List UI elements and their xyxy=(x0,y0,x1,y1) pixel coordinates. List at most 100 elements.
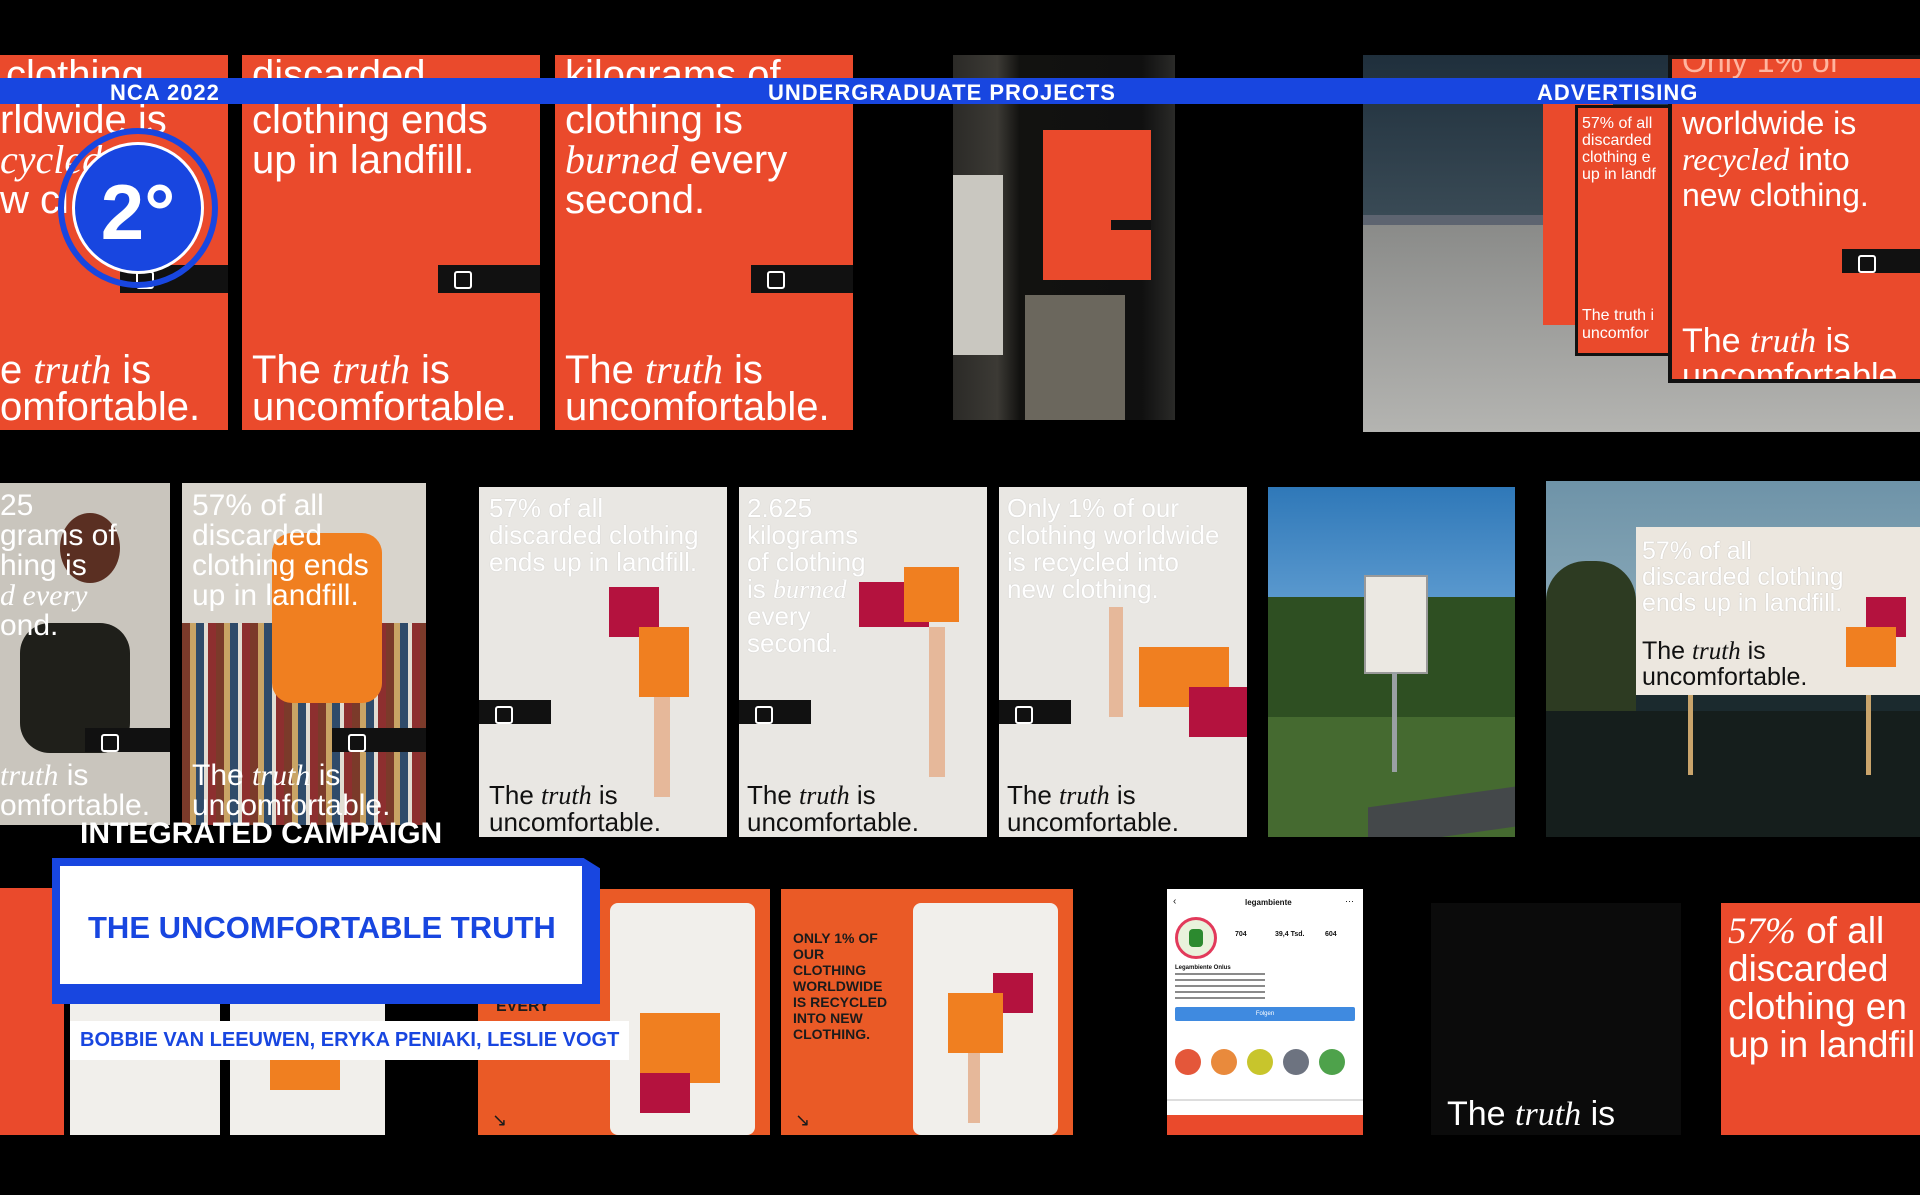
tag-word: truth xyxy=(252,759,311,792)
poster-text: clothing en xyxy=(1728,986,1907,1027)
poster-text: clothing ends xyxy=(192,549,369,582)
story-highlight[interactable] xyxy=(1175,1049,1201,1075)
poster-text: is burned xyxy=(747,576,847,603)
authors-label: BOBBIE VAN LEEUWEN, ERYKA PENIAKI, LESLI… xyxy=(70,1021,630,1060)
project-title-box: THE UNCOMFORTABLE TRUTH xyxy=(52,858,600,1004)
poster-text: new clothing. xyxy=(1682,177,1869,213)
tag-word: The xyxy=(1447,1095,1516,1133)
story-photo xyxy=(913,903,1058,1135)
award-badge: 2° xyxy=(58,128,218,288)
photo-doorway-poster xyxy=(953,55,1175,420)
category-label: INTEGRATED CAMPAIGN xyxy=(80,817,443,850)
poster-white-3: Only 1% of our clothing worldwide is rec… xyxy=(999,487,1247,837)
follow-button[interactable]: Folgen xyxy=(1175,1007,1355,1021)
more-icon[interactable]: ⋯ xyxy=(1345,897,1354,906)
stat-followers: 39,4 Tsd. xyxy=(1275,931,1305,938)
story-text: IS RECYCLED xyxy=(793,994,888,1010)
poster-text: discarded xyxy=(192,519,323,552)
tag-word: The xyxy=(489,780,542,810)
poster-text: uncomfor xyxy=(1582,325,1649,342)
header-right-label: ADVERTISING xyxy=(1537,80,1699,105)
story-text: CLOTHING. xyxy=(793,1026,870,1042)
billboard-leg xyxy=(1866,695,1871,775)
tag-word: is xyxy=(591,780,618,810)
poster-text: 57% of all xyxy=(1582,115,1653,132)
photo-figure xyxy=(639,627,689,697)
photo-woman-sitting: 25 grams of hing is d every ond. truth i… xyxy=(0,483,170,825)
billboard-poster: 57% of all discarded clothing ends up in… xyxy=(1636,527,1920,695)
photo-figure xyxy=(1109,607,1123,717)
poster-text: ends up in landfill. xyxy=(489,547,698,577)
brand-logo-block xyxy=(438,265,540,293)
award-badge-label: 2° xyxy=(100,168,176,256)
tag-word: is xyxy=(1109,780,1136,810)
photo-figure xyxy=(904,567,959,622)
poster-tagline: The truth is xyxy=(565,350,763,391)
back-icon[interactable]: ‹ xyxy=(1173,897,1176,907)
story-orange-2: ONLY 1% OF OUR CLOTHING WORLDWIDE IS REC… xyxy=(781,889,1073,1135)
poster-tagline: The truth is xyxy=(1682,324,1850,359)
story-text: ONLY 1% OF xyxy=(793,930,878,946)
poster-word: recycled xyxy=(1682,141,1790,177)
photo-figure xyxy=(948,993,1003,1053)
phone-instagram-profile: ‹ legambiente ⋯ 704 39,4 Tsd. 604 Legamb… xyxy=(1167,889,1363,1135)
poster-white-2: 2.625 kilograms of clothing is burned ev… xyxy=(739,487,987,837)
tag-word: truth xyxy=(1059,781,1110,810)
poster-text: omfortable. xyxy=(0,385,201,429)
poster-text: ond. xyxy=(0,609,59,642)
poster-text: recycled into xyxy=(1682,143,1850,175)
poster-text: Only 1% of our xyxy=(1007,493,1179,523)
poster-text: hing is xyxy=(0,549,87,582)
arrow-icon: ↘ xyxy=(795,1110,811,1130)
avatar[interactable] xyxy=(1175,917,1217,959)
poster-tagline: The truth is xyxy=(1007,782,1136,809)
tag-word: The xyxy=(1642,637,1693,665)
poster-text: uncomfortable. xyxy=(565,385,830,429)
story-highlight[interactable] xyxy=(1247,1049,1273,1075)
poster-text: clothing e xyxy=(1582,149,1651,166)
poster-text: Only 1% of xyxy=(1682,55,1839,79)
poster-tagline: The truth is xyxy=(747,782,876,809)
brand-logo-block xyxy=(1111,220,1151,230)
story-dark: The truth is xyxy=(1431,903,1681,1135)
tag-word: is xyxy=(1581,1095,1616,1133)
story-highlight[interactable] xyxy=(1283,1049,1309,1075)
tag-word: The xyxy=(747,780,800,810)
poster-tagline: e truth is xyxy=(0,350,151,391)
poster-text: discarded xyxy=(1728,948,1889,989)
grid-preview xyxy=(1167,1115,1363,1135)
project-title: THE UNCOMFORTABLE TRUTH xyxy=(88,910,556,945)
story-highlight[interactable] xyxy=(1319,1049,1345,1075)
poster-tagline: The truth is xyxy=(192,761,340,791)
poster-word: burned xyxy=(565,137,679,182)
poster-text: discarded clothing xyxy=(1642,563,1844,591)
poster-text: 2.625 xyxy=(747,493,813,523)
poster-text: second. xyxy=(565,178,706,222)
poster-text: discarded clothing xyxy=(489,520,699,550)
poster-text: 57% of all xyxy=(1728,912,1884,950)
poster-word: is xyxy=(747,574,766,604)
poster-text: up in landfil xyxy=(1728,1024,1916,1065)
photo-figure xyxy=(1846,627,1896,667)
poster-text: clothing is xyxy=(565,98,743,142)
stat-posts: 704 xyxy=(1235,931,1247,938)
billboard-leg xyxy=(1688,695,1693,775)
avatar-logo xyxy=(1189,929,1203,947)
tag-word: The xyxy=(192,759,253,792)
poster-text: 57% of all xyxy=(1642,537,1752,565)
profile-name: legambiente xyxy=(1245,898,1292,907)
billboard-pole xyxy=(1392,672,1397,772)
profile-bio: Legambiente Onlus xyxy=(1175,965,1231,971)
photo-wall xyxy=(953,175,1003,355)
story-highlight[interactable] xyxy=(1211,1049,1237,1075)
poster-text: uncomfortable. xyxy=(747,807,919,837)
mini-billboard xyxy=(1364,575,1428,674)
photo-large-billboard: 57% of all discarded clothing ends up in… xyxy=(1546,481,1920,837)
brand-logo-block xyxy=(85,728,170,752)
mini-poster: 57% of all discarded clothing e up in la… xyxy=(1575,105,1681,356)
story-text: OUR xyxy=(793,946,825,962)
photo-figure xyxy=(654,697,670,797)
photo-step xyxy=(1025,295,1125,420)
story-text: WORLDWIDE xyxy=(793,978,883,994)
poster-text: up in landfill. xyxy=(252,138,475,182)
